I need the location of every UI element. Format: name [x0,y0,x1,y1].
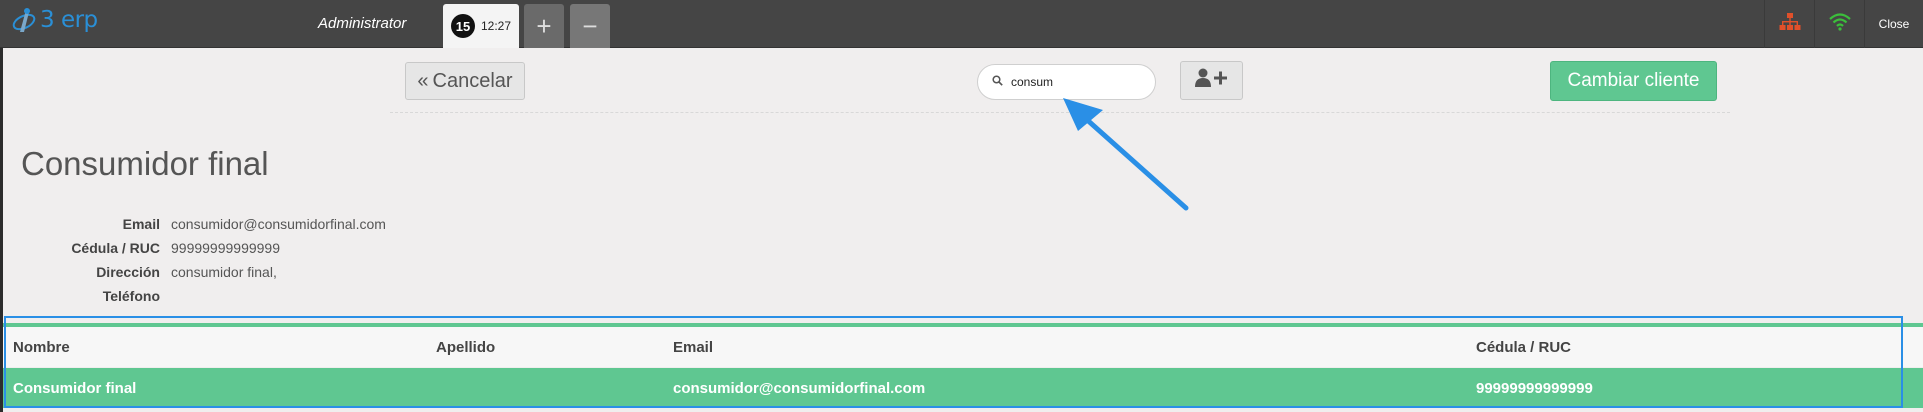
detail-label: Teléfono [102,288,160,304]
cell-email: consumidor@consumidorfinal.com [673,379,926,397]
column-header-apellido: Apellido [436,338,496,356]
top-bar: 3 erp Administrator 15 12:27 + − Close [0,0,1923,48]
detail-value: consumidor@consumidorfinal.com [171,216,386,232]
current-user: Administrator [318,15,407,32]
cancel-button[interactable]: « Cancelar [405,62,525,100]
column-header-nombre: Nombre [13,338,70,356]
order-time: 12:27 [480,19,512,33]
client-name-heading: Consumidor final [21,145,269,182]
logo-mark-icon [10,6,38,36]
add-customer-button[interactable] [1180,61,1243,100]
user-plus-icon [1194,68,1229,93]
cancel-label: Cancelar [432,69,513,92]
order-number-badge: 15 [450,14,475,38]
detail-value: consumidor final, [171,264,277,280]
change-customer-button[interactable]: Cambiar cliente [1550,61,1717,101]
column-header-ruc: Cédula / RUC [1476,338,1572,356]
app-logo[interactable]: 3 erp [10,6,98,36]
divider [390,112,1730,113]
connection-status-button[interactable] [1814,0,1864,48]
column-header-email: Email [673,338,714,356]
wifi-icon [1828,12,1851,36]
detail-label: Cédula / RUC [71,240,160,256]
table-header: Nombre Apellido Email Cédula / RUC [3,327,1923,367]
detail-row-email: Email consumidor@consumidorfinal.com [40,212,386,236]
cell-nombre: Consumidor final [13,379,137,397]
add-order-button[interactable]: + [524,4,564,48]
network-status-button[interactable] [1764,0,1814,48]
remove-order-button[interactable]: − [570,4,610,48]
logo-text: 3 erp [40,7,98,33]
double-chevron-left-icon: « [417,69,429,92]
client-details: Email consumidor@consumidorfinal.com Céd… [40,212,386,308]
detail-row-phone: Teléfono [40,284,386,308]
search-icon [992,73,1003,91]
order-tab[interactable]: 15 12:27 [443,4,519,48]
sitemap-icon [1779,12,1801,36]
detail-label: Dirección [96,264,160,280]
close-button[interactable]: Close [1864,0,1923,48]
detail-label: Email [122,216,160,232]
search-input[interactable] [1011,75,1131,89]
customer-search[interactable] [977,64,1156,100]
detail-value: 99999999999999 [171,240,281,256]
detail-row-address: Dirección consumidor final, [40,260,386,284]
detail-row-ruc: Cédula / RUC 99999999999999 [40,236,386,260]
table-row[interactable]: Consumidor final consumidor@consumidorfi… [3,368,1923,408]
cell-ruc: 99999999999999 [1476,379,1593,397]
